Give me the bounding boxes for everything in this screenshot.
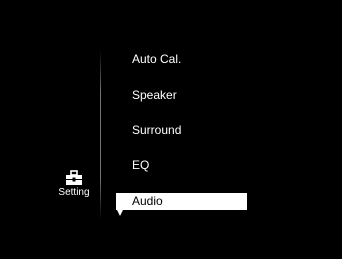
osd-screen: Setting Auto Cal. Speaker Surround EQ Au… [0, 0, 342, 259]
menu-divider [100, 50, 101, 220]
menu-item-audio[interactable]: Audio [116, 193, 247, 210]
menu-item-speaker[interactable]: Speaker [116, 87, 177, 104]
menu-item-eq[interactable]: EQ [116, 157, 149, 174]
down-arrow-icon[interactable] [117, 210, 123, 216]
menu-item-auto-cal[interactable]: Auto Cal. [116, 51, 181, 68]
category-label: Setting [58, 187, 90, 198]
category-setting[interactable]: Setting [44, 170, 104, 198]
toolbox-icon [66, 170, 82, 185]
settings-menu: Auto Cal. Speaker Surround EQ Audio [116, 0, 256, 259]
menu-item-surround[interactable]: Surround [116, 122, 181, 139]
